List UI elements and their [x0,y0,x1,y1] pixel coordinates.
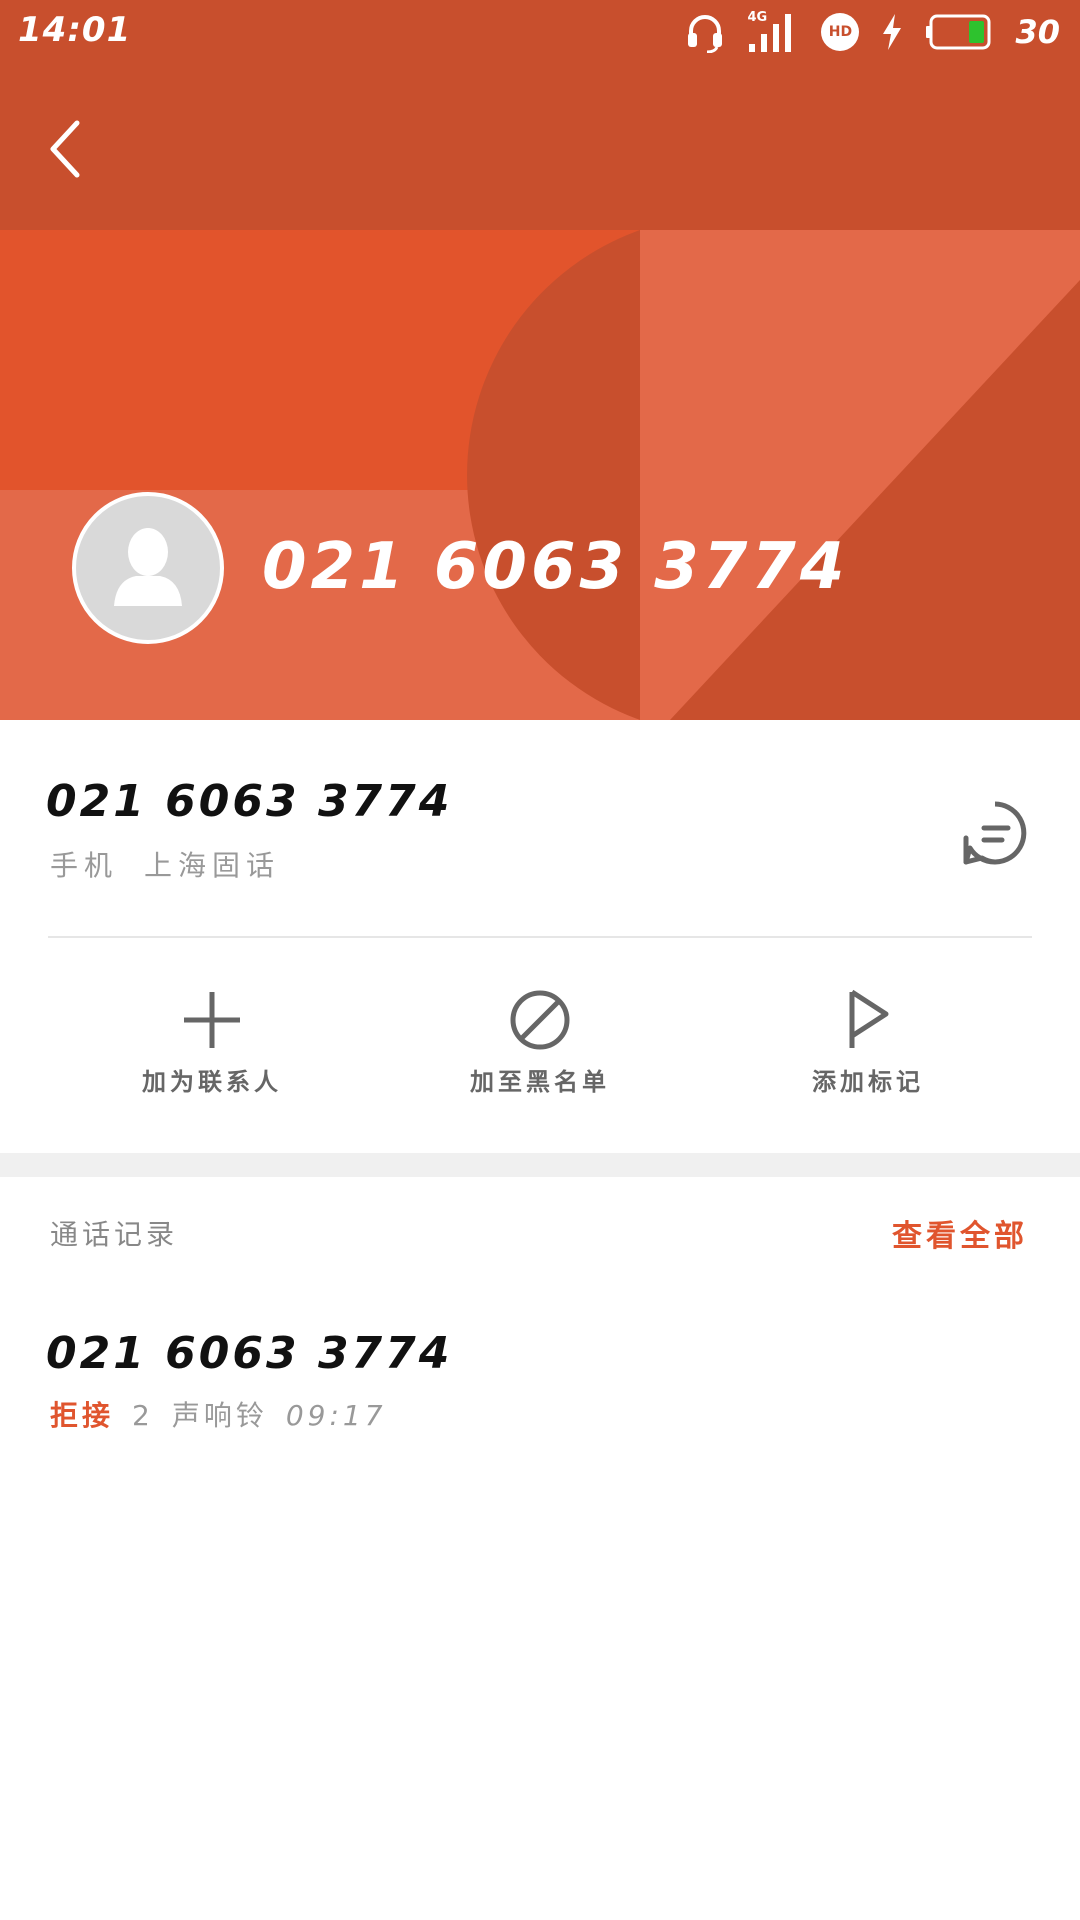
add-tag-label: 添加标记 [812,1068,924,1096]
ring-count: 2 [132,1399,154,1432]
call-log-title: 通话记录 [50,1218,179,1251]
call-status: 拒接 [50,1399,115,1432]
headset-icon [685,11,725,53]
contact-banner: 021 6063 3774 [0,230,1080,720]
banner-background [0,230,1080,720]
avatar [72,492,224,644]
add-contact-label: 加为联系人 [142,1068,282,1096]
hd-label: HD [828,24,853,40]
flag-icon [849,989,889,1048]
status-icons: 4G HD 30 [685,8,1060,56]
back-arrow-icon [50,120,80,178]
header-phone-number: 021 6063 3774 [262,530,849,604]
app-bar [0,64,1080,230]
charging-icon [881,14,903,50]
status-time: 14:01 [18,10,132,50]
add-tag-button[interactable]: 添加标记 [718,988,1018,1108]
signal-4g-icon: 4G [747,10,799,54]
call-time: 09:17 [285,1399,387,1432]
hd-voice-icon: HD [821,13,860,51]
call-log-item[interactable]: 021 6063 3774 拒接 2 声响铃 09:17 [0,1300,1080,1450]
person-icon [114,528,182,606]
phone-number: 021 6063 3774 [46,776,453,827]
number-meta: 手机 上海固话 [50,844,280,884]
battery-icon [925,14,993,50]
battery-level: 30 [1015,13,1060,51]
message-button[interactable] [960,798,1030,868]
action-bar: 加为联系人 加至黑名单 添加标记 [0,938,1080,1153]
number-type: 手机 [50,849,119,882]
call-log-header: 通话记录 查看全部 [0,1177,1080,1287]
section-separator [0,1153,1080,1177]
call-log-meta: 拒接 2 声响铃 09:17 [50,1394,387,1434]
number-row[interactable]: 021 6063 3774 手机 上海固话 [0,720,1080,936]
add-blacklist-button[interactable]: 加至黑名单 [390,988,690,1108]
number-location: 上海固话 [144,849,281,882]
message-icon [963,801,1027,865]
add-blacklist-label: 加至黑名单 [470,1068,610,1096]
plus-icon [184,992,240,1048]
block-icon [510,990,570,1050]
add-contact-button[interactable]: 加为联系人 [62,988,362,1108]
ring-unit: 声响铃 [171,1399,268,1432]
status-bar: 14:01 4G HD 30 [0,0,1080,64]
view-all-button[interactable]: 查看全部 [892,1211,1028,1255]
call-log-number: 021 6063 3774 [46,1328,453,1379]
back-button[interactable] [30,104,100,194]
